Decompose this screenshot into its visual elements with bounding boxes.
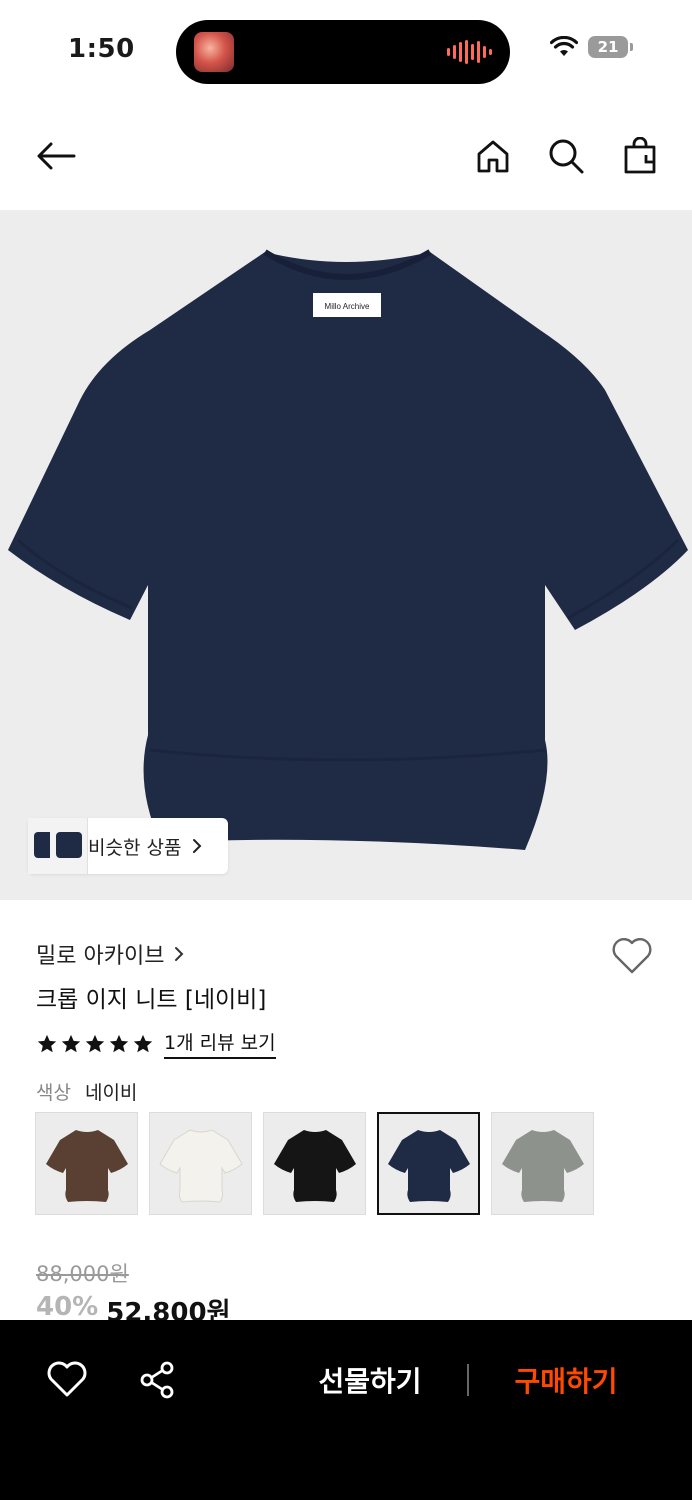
button-divider xyxy=(467,1364,469,1396)
color-swatch[interactable] xyxy=(35,1112,138,1215)
color-swatch[interactable] xyxy=(149,1112,252,1215)
battery-level: 21 xyxy=(597,38,619,56)
star-icon xyxy=(133,1034,153,1052)
color-swatch[interactable] xyxy=(377,1112,480,1215)
similar-thumbs xyxy=(28,818,88,874)
star-icon xyxy=(109,1034,129,1052)
brand-name: 밀로 아카이브 xyxy=(36,944,165,969)
wishlist-button[interactable] xyxy=(610,936,654,980)
similar-products-label: 비슷한 상품 xyxy=(88,836,182,859)
tshirt-thumbnail xyxy=(158,1128,243,1203)
heart-outline-icon xyxy=(612,938,652,974)
similar-thumb xyxy=(50,818,88,874)
color-label: 색상 xyxy=(36,1082,71,1104)
tshirt-thumbnail xyxy=(501,1129,584,1202)
dynamic-island xyxy=(176,20,510,84)
star-icon xyxy=(85,1034,105,1052)
status-indicators: 21 xyxy=(550,36,633,58)
cart-button[interactable] xyxy=(620,136,660,176)
color-value: 네이비 xyxy=(84,1082,138,1104)
knit-tshirt-image: Millo Archive xyxy=(8,249,688,850)
color-swatch[interactable] xyxy=(491,1112,594,1215)
back-button[interactable] xyxy=(36,136,76,176)
color-row: 색상 네이비 xyxy=(36,1078,137,1105)
home-icon xyxy=(477,140,509,173)
battery-indicator: 21 xyxy=(588,36,633,58)
color-swatches xyxy=(35,1112,594,1215)
star-icon xyxy=(37,1034,57,1052)
rating-stars xyxy=(36,1033,154,1055)
brand-link[interactable]: 밀로 아카이브 xyxy=(36,938,184,970)
share-icon xyxy=(140,1361,174,1399)
back-arrow-icon xyxy=(37,142,76,170)
product-name: 크롭 이지 니트 [네이비] xyxy=(36,987,267,1013)
similar-products-chip[interactable]: 비슷한 상품 xyxy=(28,818,228,874)
status-time: 1:50 xyxy=(68,34,135,64)
tshirt-thumbnail xyxy=(387,1129,470,1202)
buy-button[interactable]: 구매하기 xyxy=(496,1360,636,1400)
product-image[interactable]: Millo Archive 비슷한 상품 xyxy=(0,210,692,900)
product-label-text: Millo Archive xyxy=(325,302,370,311)
tshirt-thumbnail xyxy=(45,1129,128,1202)
chevron-right-icon xyxy=(175,947,184,961)
wishlist-bottom-button[interactable] xyxy=(46,1360,88,1402)
chevron-right-icon xyxy=(193,839,202,853)
wifi-icon xyxy=(550,36,578,56)
status-bar: 1:50 21 xyxy=(0,0,692,100)
top-nav xyxy=(0,100,692,210)
share-button[interactable] xyxy=(138,1360,178,1400)
bottom-action-bar: 선물하기 구매하기 xyxy=(0,1320,692,1500)
audio-wave-icon xyxy=(447,40,492,64)
original-price: 88,000원 xyxy=(36,1262,129,1286)
heart-outline-icon xyxy=(47,1361,87,1397)
gift-button[interactable]: 선물하기 xyxy=(300,1360,440,1400)
rating-row: 1개 리뷰 보기 xyxy=(36,1028,276,1059)
review-link[interactable]: 1개 리뷰 보기 xyxy=(164,1028,276,1059)
color-swatch[interactable] xyxy=(263,1112,366,1215)
star-icon xyxy=(61,1034,81,1052)
tshirt-thumbnail xyxy=(273,1129,356,1202)
search-icon xyxy=(549,139,584,174)
now-playing-artwork xyxy=(194,32,234,72)
home-button[interactable] xyxy=(473,136,513,176)
search-button[interactable] xyxy=(546,136,586,176)
shopping-bag-icon xyxy=(624,137,656,174)
